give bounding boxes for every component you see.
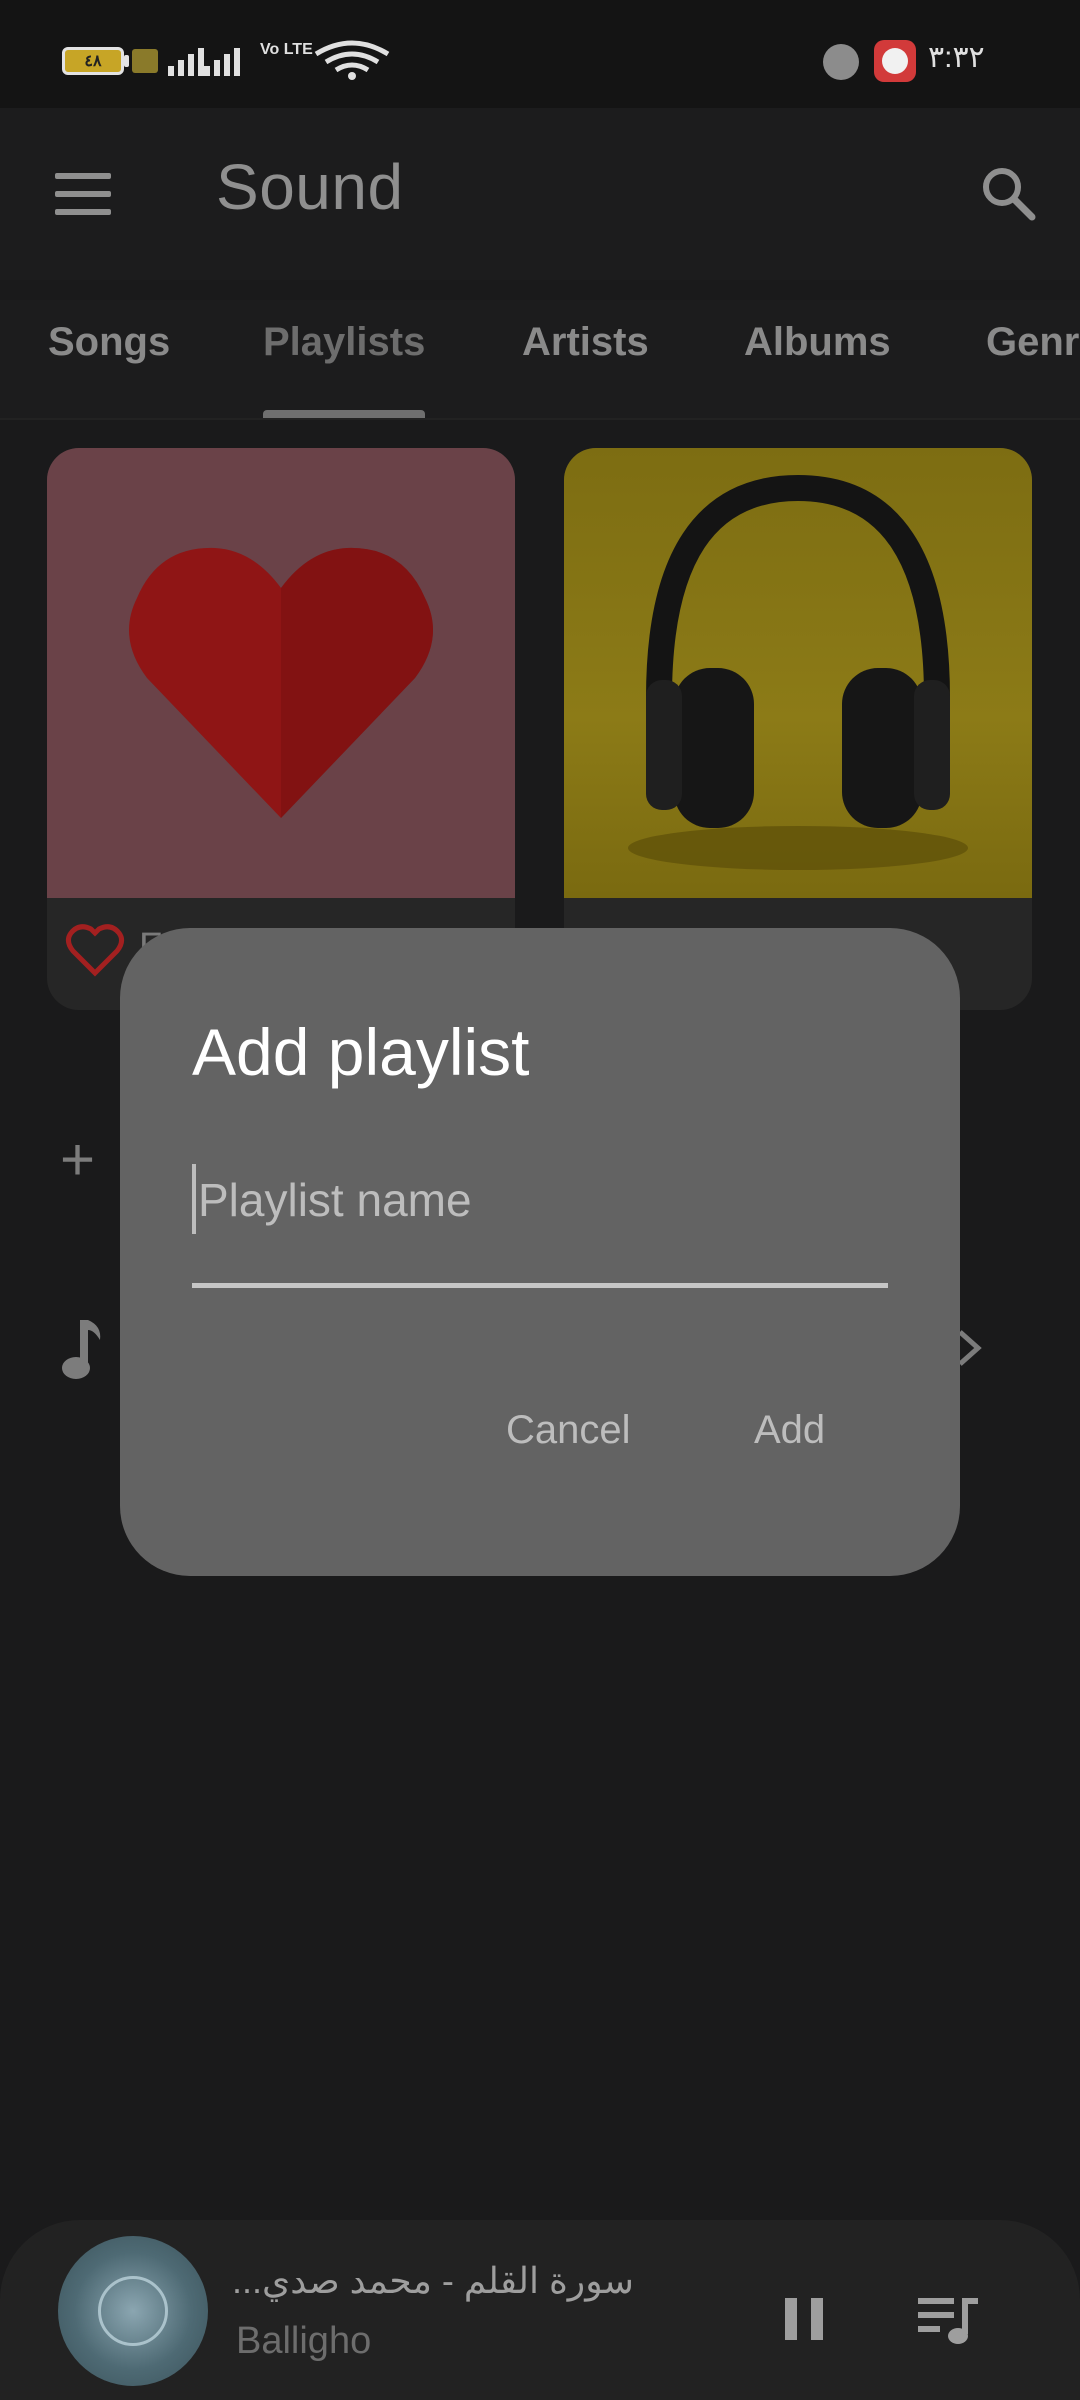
signal-icon (168, 42, 204, 76)
app-title: Sound (216, 151, 404, 223)
playlist-cover (564, 448, 1032, 898)
battery-tip (124, 55, 129, 67)
input-underline (192, 1283, 888, 1288)
music-note-icon (62, 1320, 101, 1379)
tab-bar: Songs Playlists Artists Albums Genres (0, 300, 1080, 420)
cancel-button[interactable]: Cancel (506, 1408, 631, 1453)
battery-icon: ٤٨ (62, 47, 124, 75)
wifi-icon (314, 40, 390, 80)
tab-songs[interactable]: Songs (48, 320, 170, 365)
status-bar: ٤٨ Vo LTE ٣:٣٢ (0, 0, 1080, 108)
heart-outline-icon[interactable] (65, 923, 125, 979)
playlist-card-favorites[interactable]: F (47, 448, 515, 1010)
plus-icon[interactable]: + (60, 1130, 95, 1190)
playlist-name-input[interactable] (192, 1168, 894, 1232)
tab-genres[interactable]: Genres (986, 320, 1080, 365)
track-title: ...سورة القلم - محمد صدي (232, 2260, 634, 2301)
queue-music-icon[interactable] (918, 2294, 980, 2346)
tab-artists[interactable]: Artists (522, 320, 649, 365)
album-art (58, 2236, 208, 2386)
dialog-title: Add playlist (192, 1015, 530, 1089)
mini-player[interactable]: ...سورة القلم - محمد صدي Balligho (0, 2220, 1080, 2400)
app-bar (0, 108, 1080, 280)
menu-icon[interactable] (55, 173, 111, 215)
tab-playlists[interactable]: Playlists (263, 320, 425, 365)
tab-indicator (263, 410, 425, 418)
tab-albums[interactable]: Albums (744, 320, 891, 365)
signal-icon-2 (204, 42, 240, 76)
battery-saver-icon (132, 49, 158, 73)
search-icon[interactable] (978, 163, 1038, 223)
track-artist: Balligho (236, 2320, 372, 2362)
app-notification-icon (874, 40, 916, 82)
volte-label: Vo LTE (260, 41, 313, 58)
pause-icon[interactable] (785, 2298, 823, 2340)
add-playlist-dialog: Add playlist Cancel Add (120, 928, 960, 1576)
notification-icon (823, 44, 859, 80)
playlist-card-headphones[interactable] (564, 448, 1032, 1010)
playlist-cover (47, 448, 515, 898)
status-time: ٣:٣٢ (928, 41, 985, 74)
add-button[interactable]: Add (754, 1408, 825, 1453)
